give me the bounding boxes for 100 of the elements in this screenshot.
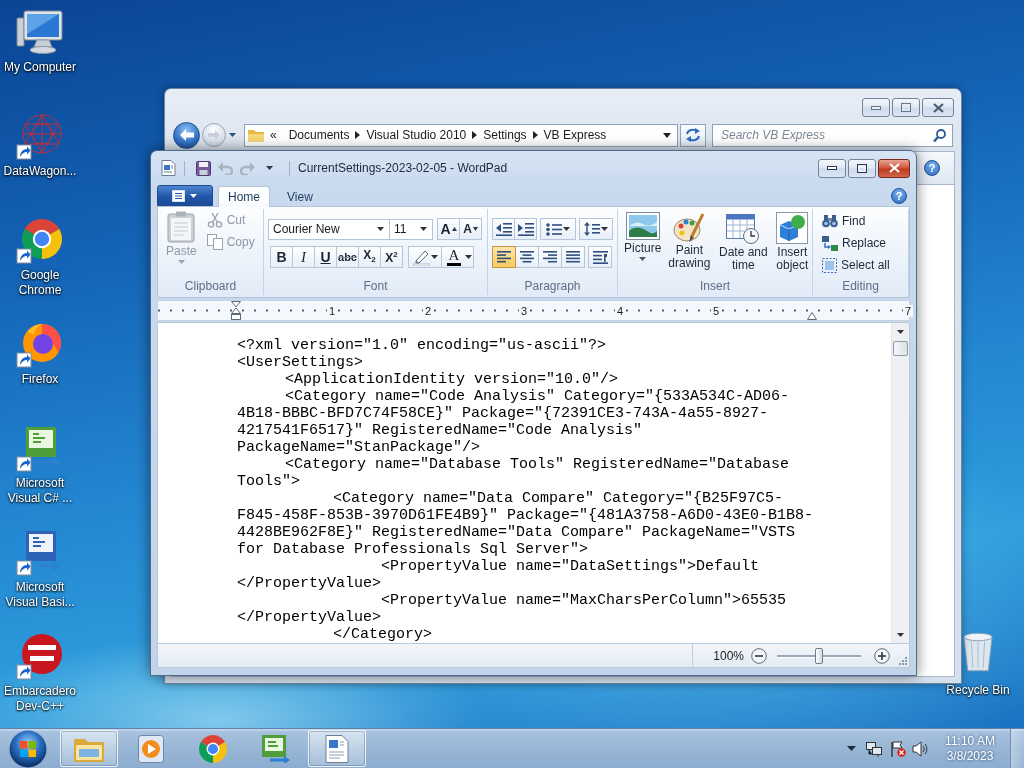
computer-icon[interactable] bbox=[16, 8, 64, 56]
underline-button[interactable]: U bbox=[314, 246, 337, 268]
flag-icon[interactable] bbox=[890, 740, 906, 757]
back-button[interactable] bbox=[173, 121, 200, 149]
search-field[interactable]: Search VB Express bbox=[712, 123, 953, 147]
align-left-button[interactable] bbox=[492, 246, 516, 268]
insert-button[interactable]: Paint drawing bbox=[665, 210, 714, 278]
breadcrumb-item[interactable]: Settings bbox=[477, 128, 533, 142]
desktop-icon-label[interactable]: Microsoft Visual C# ... bbox=[0, 476, 80, 506]
disc-with-bars-icon[interactable] bbox=[16, 632, 64, 680]
superscript-button[interactable]: X$^{2}$ bbox=[380, 246, 403, 268]
paragraph-lines-icon bbox=[592, 250, 608, 264]
document-line: <Category name="Data Compare" Category="{B25F97C5- bbox=[332, 490, 784, 507]
desktop-icon-label[interactable]: Firefox bbox=[0, 372, 80, 387]
caret-down-icon bbox=[228, 133, 236, 137]
group-label: Editing bbox=[841, 278, 880, 294]
grow-font-button[interactable]: A bbox=[437, 218, 460, 240]
minimize-button[interactable] bbox=[818, 158, 846, 178]
desktop-icon-label[interactable]: My Computer bbox=[0, 60, 80, 75]
desktop-icon-label[interactable]: Recycle Bin bbox=[946, 683, 1010, 698]
search-icon bbox=[933, 128, 946, 142]
italic-button[interactable]: I bbox=[292, 246, 315, 268]
close-icon bbox=[932, 102, 944, 113]
subscript-button[interactable]: X$_{2}$ bbox=[358, 246, 381, 268]
caret-down-icon bbox=[420, 227, 427, 231]
increase-indent-button[interactable] bbox=[514, 218, 537, 240]
ribbon-tab[interactable]: View bbox=[277, 186, 323, 207]
document-arrow-icon bbox=[260, 734, 290, 763]
close-button[interactable] bbox=[922, 98, 954, 117]
chrome-icon[interactable] bbox=[16, 216, 64, 264]
resize-grip-icon bbox=[898, 656, 907, 665]
recycle-bin-icon[interactable] bbox=[963, 632, 993, 672]
breadcrumb-item[interactable]: VB Express bbox=[537, 128, 613, 142]
zoom-out-button[interactable] bbox=[751, 647, 767, 664]
maximize-button[interactable] bbox=[848, 158, 876, 178]
maximize-icon bbox=[901, 103, 911, 112]
text-lines-icon bbox=[497, 251, 511, 263]
taskbar-button[interactable] bbox=[308, 730, 366, 767]
breadcrumb-item[interactable]: Documents bbox=[282, 128, 356, 142]
close-button[interactable] bbox=[878, 158, 910, 178]
bold-button[interactable]: B bbox=[270, 246, 293, 268]
breadcrumb-overflow[interactable]: « bbox=[264, 128, 283, 142]
start-orb-icon bbox=[9, 729, 47, 768]
insert-button[interactable]: Picture bbox=[623, 210, 663, 278]
scrollbar-thumb[interactable] bbox=[893, 341, 908, 356]
ruler-number: 2 bbox=[423, 304, 433, 317]
desktop-icon-label[interactable]: DataWagon... bbox=[0, 164, 80, 179]
clipboard-icon bbox=[167, 211, 196, 243]
refresh-button[interactable] bbox=[680, 123, 706, 147]
app-menu-button[interactable] bbox=[157, 185, 213, 206]
arrow-right-icon bbox=[532, 131, 538, 139]
text-lines-icon bbox=[566, 251, 580, 263]
color-bar-icon bbox=[447, 263, 461, 267]
font-color-button[interactable]: A bbox=[441, 246, 474, 268]
caret-up-icon bbox=[897, 329, 904, 334]
align-right-button[interactable] bbox=[538, 246, 562, 268]
editing-button[interactable]: Find bbox=[819, 210, 908, 232]
document-line: </Category> bbox=[332, 626, 433, 643]
curved-arrow-left-icon bbox=[217, 161, 233, 175]
align-center-button[interactable] bbox=[515, 246, 539, 268]
ribbon-tab[interactable]: Home bbox=[218, 186, 270, 207]
editing-button[interactable]: Select all bbox=[819, 254, 908, 276]
line-spacing-button[interactable] bbox=[579, 218, 613, 240]
document-line: F845-458F-853B-3970D61FE4B9}" Package="{481A3758-A6D0-43E0-B1B8- bbox=[237, 507, 814, 524]
bullet-list-button[interactable] bbox=[540, 218, 576, 240]
group-label: Clipboard bbox=[183, 278, 238, 294]
shrink-font-button[interactable]: A bbox=[459, 218, 482, 240]
editing-button[interactable]: Replace bbox=[819, 232, 908, 254]
document-line: </PropertyValue> bbox=[237, 609, 382, 626]
desktop-icon-label[interactable]: Google Chrome bbox=[0, 268, 80, 298]
triangle-up-icon bbox=[451, 227, 457, 231]
vertical-scrollbar[interactable] bbox=[891, 323, 909, 643]
save-button[interactable] bbox=[193, 158, 213, 178]
justify-button[interactable] bbox=[561, 246, 585, 268]
network-graph-icon[interactable] bbox=[16, 112, 64, 160]
font-family-dropdown[interactable]: Courier New bbox=[268, 218, 390, 240]
caret-down-icon bbox=[465, 255, 472, 259]
zoom-level: 100% bbox=[713, 648, 744, 663]
insert-button[interactable]: Insert object bbox=[773, 210, 812, 278]
zoom-in-button[interactable] bbox=[874, 647, 890, 664]
arrow-right-icon bbox=[208, 130, 220, 140]
network-icon[interactable] bbox=[866, 740, 882, 757]
document-line: 4217541F6517}" RegisteredName="Code Analysis" bbox=[237, 422, 643, 439]
breadcrumb-item[interactable]: Visual Studio 2010 bbox=[360, 128, 473, 142]
close-icon bbox=[888, 163, 900, 173]
highlight-button[interactable] bbox=[408, 246, 442, 268]
address-bar[interactable]: « Documents Visual Studio 2010 Settings VB Express bbox=[244, 123, 678, 147]
arrow-left-icon bbox=[179, 129, 194, 141]
speaker-icon[interactable] bbox=[912, 740, 928, 757]
font-size-dropdown[interactable]: 11 bbox=[389, 218, 433, 240]
decrease-indent-button[interactable] bbox=[492, 218, 515, 240]
caret-down-icon bbox=[265, 166, 273, 170]
highlighter-pen-icon bbox=[412, 248, 430, 266]
insert-button[interactable]: Date and time bbox=[716, 210, 771, 278]
paragraph-button[interactable] bbox=[588, 246, 612, 268]
zoom-slider[interactable] bbox=[777, 647, 861, 664]
minus-circle-icon bbox=[751, 647, 767, 664]
zoom-slider-thumb[interactable] bbox=[815, 647, 823, 664]
text-lines-icon bbox=[543, 251, 557, 263]
arrow-right-icon bbox=[472, 131, 478, 139]
